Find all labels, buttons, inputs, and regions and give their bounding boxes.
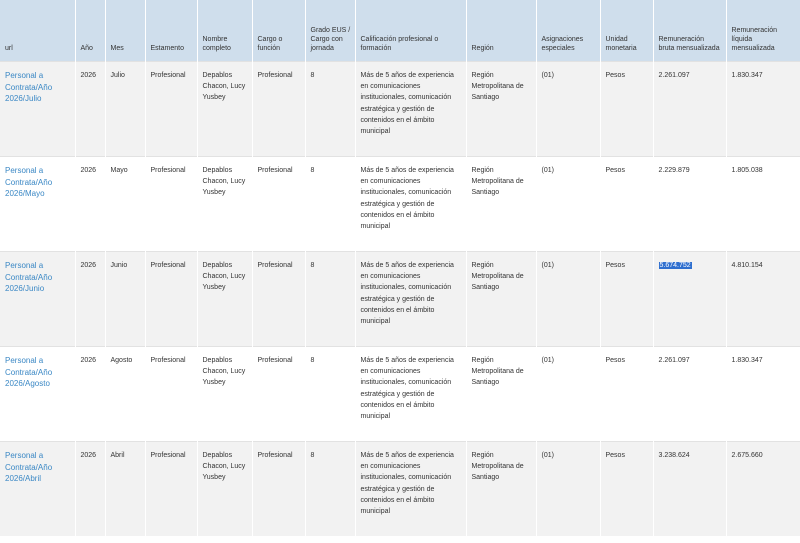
cell-mes: Mayo [105, 156, 146, 252]
cell-grado: 8 [305, 156, 356, 252]
cell-grado: 8 [305, 346, 356, 442]
cell-unidad: Pesos [600, 251, 654, 347]
cell-url: Personal a Contrata/Año 2026/Agosto [0, 346, 76, 442]
col-header-calificacion[interactable]: Calificación profesional o formación [355, 0, 467, 62]
col-header-unidad[interactable]: Unidad monetaria [600, 0, 654, 62]
col-header-estamento[interactable]: Estamento [145, 0, 198, 62]
cell-liquida: 1.830.347 [726, 346, 800, 442]
cell-mes: Julio [105, 61, 146, 157]
row-link[interactable]: Personal a Contrata/Año 2026/Abril [5, 450, 71, 485]
header-row: url Año Mes Estamento Nombre completo Ca… [0, 0, 800, 62]
col-header-liquida[interactable]: Remuneración líquida mensualizada [726, 0, 800, 62]
row-link[interactable]: Personal a Contrata/Año 2026/Junio [5, 260, 71, 295]
col-header-region[interactable]: Región [466, 0, 537, 62]
cell-liquida: 4.810.154 [726, 251, 800, 347]
cell-asignaciones: (01) [536, 346, 601, 442]
cell-cargo: Profesional [252, 441, 306, 536]
cell-asignaciones: (01) [536, 61, 601, 157]
cell-grado: 8 [305, 441, 356, 536]
cell-asignaciones: (01) [536, 251, 601, 347]
cell-estamento: Profesional [145, 346, 198, 442]
cell-region: Región Metropolitana de Santiago [466, 156, 537, 252]
cell-bruta: 2.261.097 [653, 61, 727, 157]
cell-grado: 8 [305, 61, 356, 157]
cell-calificacion: Más de 5 años de experiencia en comunica… [355, 61, 467, 157]
cell-nombre: Depablos Chacon, Lucy Yusbey [197, 61, 253, 157]
col-header-mes[interactable]: Mes [105, 0, 146, 62]
cell-region: Región Metropolitana de Santiago [466, 441, 537, 536]
cell-mes: Junio [105, 251, 146, 347]
cell-liquida: 2.675.660 [726, 441, 800, 536]
table-row: Personal a Contrata/Año 2026/Junio 2026 … [0, 251, 800, 347]
cell-url: Personal a Contrata/Año 2026/Abril [0, 441, 76, 536]
col-header-nombre[interactable]: Nombre completo [197, 0, 253, 62]
col-header-cargo[interactable]: Cargo o función [252, 0, 306, 62]
cell-anio: 2026 [75, 61, 106, 157]
cell-url: Personal a Contrata/Año 2026/Mayo [0, 156, 76, 252]
cell-asignaciones: (01) [536, 441, 601, 536]
cell-liquida: 1.830.347 [726, 61, 800, 157]
row-link[interactable]: Personal a Contrata/Año 2026/Mayo [5, 165, 71, 200]
cell-nombre: Depablos Chacon, Lucy Yusbey [197, 251, 253, 347]
cell-url: Personal a Contrata/Año 2026/Julio [0, 61, 76, 157]
cell-estamento: Profesional [145, 156, 198, 252]
cell-calificacion: Más de 5 años de experiencia en comunica… [355, 346, 467, 442]
remuneration-table: url Año Mes Estamento Nombre completo Ca… [0, 0, 800, 536]
cell-cargo: Profesional [252, 251, 306, 347]
cell-region: Región Metropolitana de Santiago [466, 251, 537, 347]
cell-bruta: 2.229.879 [653, 156, 727, 252]
cell-anio: 2026 [75, 156, 106, 252]
cell-calificacion: Más de 5 años de experiencia en comunica… [355, 156, 467, 252]
cell-cargo: Profesional [252, 156, 306, 252]
col-header-anio[interactable]: Año [75, 0, 106, 62]
cell-anio: 2026 [75, 441, 106, 536]
cell-asignaciones: (01) [536, 156, 601, 252]
cell-nombre: Depablos Chacon, Lucy Yusbey [197, 346, 253, 442]
cell-mes: Abril [105, 441, 146, 536]
table-row: Personal a Contrata/Año 2026/Abril 2026 … [0, 441, 800, 536]
cell-region: Región Metropolitana de Santiago [466, 61, 537, 157]
col-header-url[interactable]: url [0, 0, 76, 62]
col-header-grado[interactable]: Grado EUS / Cargo con jornada [305, 0, 356, 62]
cell-calificacion: Más de 5 años de experiencia en comunica… [355, 441, 467, 536]
cell-calificacion: Más de 5 años de experiencia en comunica… [355, 251, 467, 347]
col-header-asignaciones[interactable]: Asignaciones especiales [536, 0, 601, 62]
cell-region: Región Metropolitana de Santiago [466, 346, 537, 442]
cell-unidad: Pesos [600, 61, 654, 157]
cell-grado: 8 [305, 251, 356, 347]
cell-nombre: Depablos Chacon, Lucy Yusbey [197, 441, 253, 536]
cell-liquida: 1.805.038 [726, 156, 800, 252]
cell-estamento: Profesional [145, 441, 198, 536]
cell-unidad: Pesos [600, 346, 654, 442]
cell-mes: Agosto [105, 346, 146, 442]
cell-cargo: Profesional [252, 346, 306, 442]
cell-anio: 2026 [75, 346, 106, 442]
cell-cargo: Profesional [252, 61, 306, 157]
table-row: Personal a Contrata/Año 2026/Julio 2026 … [0, 61, 800, 157]
cell-bruta: 2.261.097 [653, 346, 727, 442]
row-link[interactable]: Personal a Contrata/Año 2026/Agosto [5, 355, 71, 390]
cell-url: Personal a Contrata/Año 2026/Junio [0, 251, 76, 347]
cell-anio: 2026 [75, 251, 106, 347]
cell-bruta: 3.238.624 [653, 441, 727, 536]
cell-unidad: Pesos [600, 441, 654, 536]
col-header-bruta[interactable]: Remuneración bruta mensualizada [653, 0, 727, 62]
table-row: Personal a Contrata/Año 2026/Mayo 2026 M… [0, 156, 800, 252]
cell-nombre: Depablos Chacon, Lucy Yusbey [197, 156, 253, 252]
table-row: Personal a Contrata/Año 2026/Agosto 2026… [0, 346, 800, 442]
cell-unidad: Pesos [600, 156, 654, 252]
row-link[interactable]: Personal a Contrata/Año 2026/Julio [5, 70, 71, 105]
cell-bruta: 5.674.752 [653, 251, 727, 347]
cell-estamento: Profesional [145, 251, 198, 347]
selected-text-highlight[interactable]: 5.674.752 [658, 262, 692, 269]
cell-estamento: Profesional [145, 61, 198, 157]
